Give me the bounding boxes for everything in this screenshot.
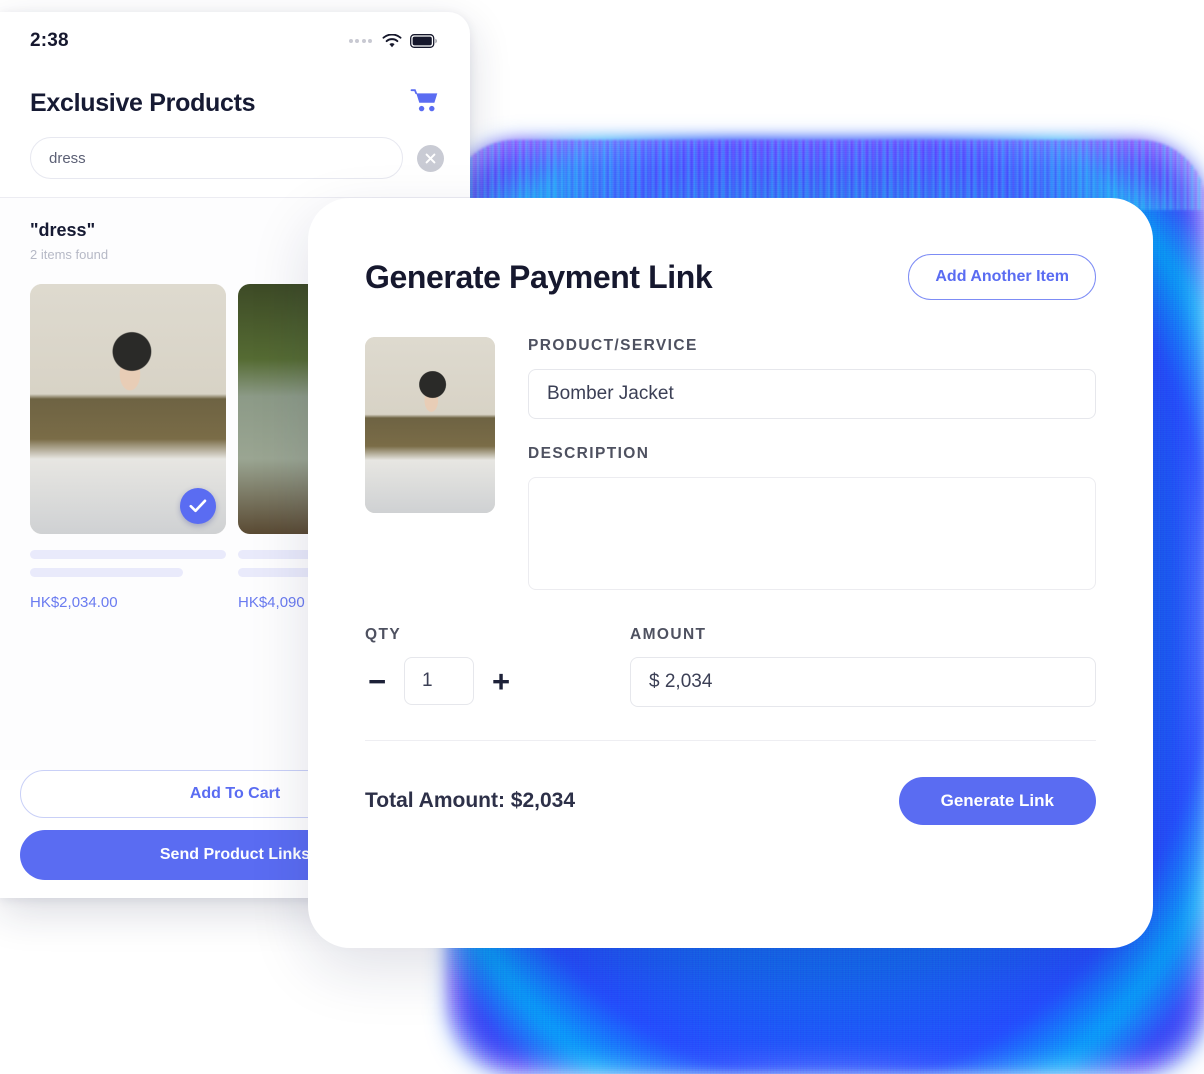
description-label: DESCRIPTION <box>528 445 650 462</box>
status-bar-indicators <box>348 33 439 49</box>
amount-group: AMOUNT $ 2,034 <box>630 626 1096 707</box>
add-another-item-button[interactable]: Add Another Item <box>908 254 1096 300</box>
product-service-label: PRODUCT/SERVICE <box>528 337 698 354</box>
screenshot-root: 2:38 Exclusive Products dress "dress" 2 … <box>0 0 1204 1074</box>
title-skeleton <box>30 550 226 559</box>
search-input[interactable]: dress <box>30 137 403 179</box>
battery-icon <box>410 34 438 48</box>
qty-increase-button[interactable]: + <box>489 666 513 697</box>
product-card-3[interactable] <box>30 629 226 779</box>
check-icon[interactable] <box>180 488 216 524</box>
generate-payment-link-card: Generate Payment Link Add Another Item P… <box>308 198 1153 948</box>
qty-decrease-button[interactable]: − <box>365 666 389 697</box>
clear-circle-icon[interactable] <box>417 144 444 172</box>
generate-link-button[interactable]: Generate Link <box>898 777 1096 825</box>
selected-product-thumbnail <box>365 337 495 513</box>
product-thumbnail <box>30 629 226 779</box>
quantity-stepper: − 1 + <box>365 657 630 705</box>
page-title: Exclusive Products <box>30 89 256 117</box>
shopping-cart-icon[interactable] <box>410 88 440 119</box>
amount-input[interactable]: $ 2,034 <box>630 657 1096 707</box>
card-footer: Total Amount: $2,034 Generate Link <box>365 777 1096 825</box>
selected-product-image <box>365 337 495 513</box>
signal-dots-icon <box>348 39 372 43</box>
product-card-1[interactable]: HK$2,034.00 <box>30 284 226 611</box>
status-bar-clock: 2:38 <box>30 30 69 51</box>
footer-divider <box>365 740 1096 741</box>
total-amount-label: Total Amount: $2,034 <box>365 789 576 812</box>
status-bar: 2:38 <box>0 12 470 70</box>
card-body: PRODUCT/SERVICE Bomber Jacket DESCRIPTIO… <box>365 337 1096 590</box>
qty-amount-row: QTY − 1 + AMOUNT $ 2,034 <box>365 626 1096 707</box>
qty-label: QTY <box>365 626 402 643</box>
panel-header: Exclusive Products <box>0 70 470 127</box>
subtitle-skeleton <box>30 568 183 577</box>
qty-input[interactable]: 1 <box>404 657 474 705</box>
form-fields: PRODUCT/SERVICE Bomber Jacket DESCRIPTIO… <box>528 337 1096 590</box>
product-service-input[interactable]: Bomber Jacket <box>528 369 1096 419</box>
description-textarea[interactable] <box>528 477 1096 590</box>
product-price: HK$2,034.00 <box>30 594 118 611</box>
qty-group: QTY − 1 + <box>365 626 630 705</box>
card-header: Generate Payment Link Add Another Item <box>365 254 1096 300</box>
product-thumbnail <box>30 284 226 534</box>
search-row: dress <box>0 127 470 197</box>
wifi-icon <box>382 33 402 49</box>
amount-label: AMOUNT <box>630 626 707 643</box>
card-title: Generate Payment Link <box>365 258 713 295</box>
